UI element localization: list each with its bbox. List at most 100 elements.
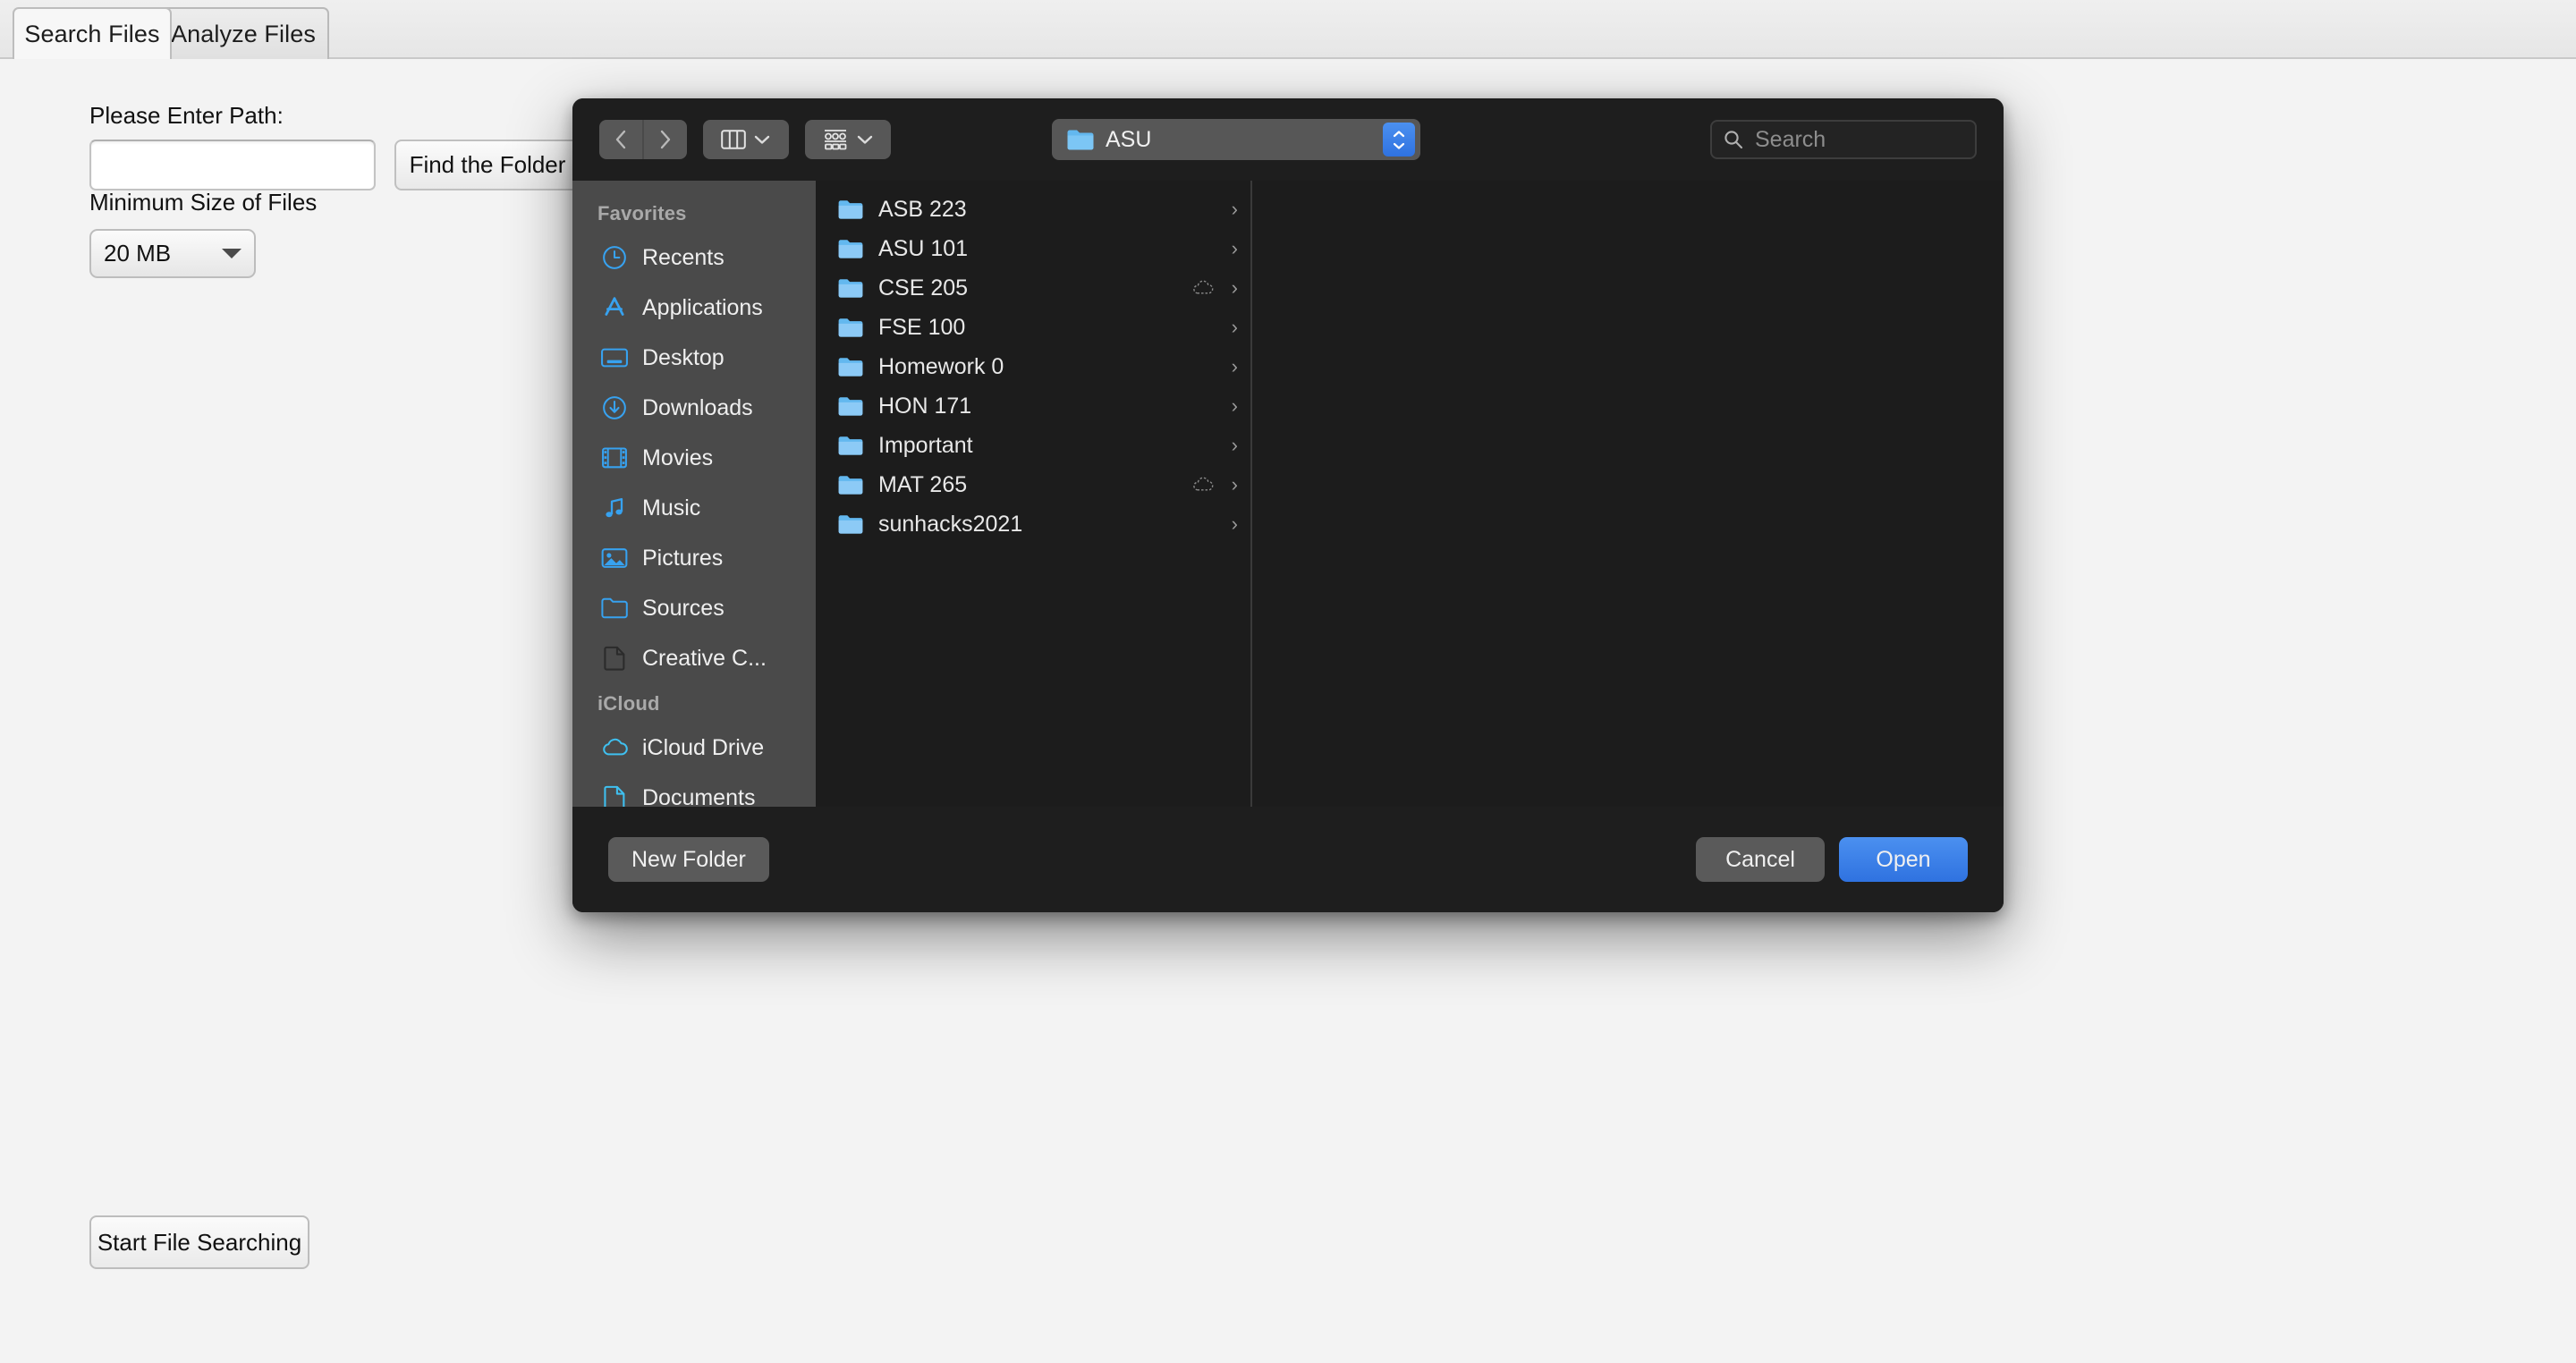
start-file-searching-button[interactable]: Start File Searching: [89, 1215, 309, 1269]
document-icon: [599, 784, 630, 807]
cloud-download-icon[interactable]: [1191, 279, 1215, 297]
file-name: FSE 100: [878, 314, 966, 340]
sidebar-item-creative-c[interactable]: Creative C...: [580, 633, 809, 683]
sidebar-item-pictures[interactable]: Pictures: [580, 533, 809, 583]
pictures-icon: [601, 548, 628, 568]
minimum-size-value: 20 MB: [104, 240, 172, 267]
folder-icon: [837, 435, 864, 456]
sidebar-item-recents[interactable]: Recents: [580, 233, 809, 283]
sidebar-item-label: Music: [642, 495, 701, 521]
column-browser: ASB 223 › ASU 101 › CSE 205 › FSE 100 › Hom…: [816, 181, 2004, 807]
current-folder-label: ASU: [1106, 126, 1152, 152]
sidebar-item-documents[interactable]: Documents: [580, 773, 809, 807]
desktop-icon: [599, 344, 630, 371]
path-label: Please Enter Path:: [89, 102, 284, 129]
minimum-size-dropdown[interactable]: 20 MB: [89, 229, 256, 278]
cancel-button[interactable]: Cancel: [1696, 837, 1825, 882]
folder-icon: [838, 436, 863, 455]
back-button[interactable]: [599, 120, 642, 159]
view-mode-button[interactable]: [703, 120, 789, 159]
sidebar-item-label: iCloud Drive: [642, 734, 765, 760]
sidebar-item-label: Creative C...: [642, 645, 767, 671]
open-label: Open: [1876, 846, 1931, 872]
new-folder-button[interactable]: New Folder: [608, 837, 769, 882]
sidebar-item-desktop[interactable]: Desktop: [580, 333, 809, 383]
find-the-folder-button[interactable]: Find the Folder: [394, 140, 580, 190]
chevron-right-icon: ›: [1231, 473, 1238, 495]
tab-search-files[interactable]: Search Files: [13, 7, 172, 59]
file-row[interactable]: CSE 205 ›: [816, 268, 1250, 308]
file-name: CSE 205: [878, 275, 969, 301]
sidebar-item-label: Downloads: [642, 394, 753, 420]
movies-icon: [602, 447, 627, 469]
sidebar-item-label: Pictures: [642, 545, 724, 571]
column-view-icon: [721, 130, 746, 149]
folder-icon: [837, 356, 864, 377]
chevron-up-icon: [1393, 130, 1405, 137]
path-stepper[interactable]: [1383, 123, 1415, 157]
folder-icon: [837, 277, 864, 299]
folder-icon: [837, 513, 864, 535]
chevron-right-icon: ›: [1231, 316, 1238, 338]
sidebar-item-movies[interactable]: Movies: [580, 433, 809, 483]
folder-icon: [838, 279, 863, 298]
search-input[interactable]: Search: [1710, 120, 1977, 159]
file-row[interactable]: ASU 101 ›: [816, 229, 1250, 268]
downloads-icon: [599, 394, 630, 421]
sidebar-section-header: Favorites: [597, 202, 687, 224]
tab-label: Analyze Files: [171, 20, 316, 47]
sidebar-item-label: Movies: [642, 444, 714, 470]
document-icon: [604, 785, 625, 807]
dialog-footer: New Folder Cancel Open: [572, 807, 2004, 912]
chevron-right-icon: [660, 130, 671, 149]
file-row[interactable]: sunhacks2021 ›: [816, 504, 1250, 544]
movies-icon: [599, 444, 630, 471]
tab-analyze-files[interactable]: Analyze Files: [157, 7, 329, 59]
clock-icon: [603, 246, 626, 269]
chevron-down-icon: [222, 249, 242, 258]
path-input[interactable]: [89, 140, 376, 190]
group-by-button[interactable]: [805, 120, 891, 159]
chevron-down-icon: [1393, 142, 1405, 149]
cloud-icon: [599, 734, 630, 761]
file-name: sunhacks2021: [878, 511, 1023, 537]
sidebar-section-header: iCloud: [597, 692, 660, 715]
folder-icon: [838, 358, 863, 377]
chevron-right-icon: ›: [1231, 198, 1238, 220]
applications-icon: [605, 297, 624, 316]
sidebar-item-sources[interactable]: Sources: [580, 583, 809, 633]
file-name: ASU 101: [878, 235, 969, 261]
new-folder-label: New Folder: [631, 846, 746, 872]
file-name: ASB 223: [878, 196, 967, 222]
folder-icon: [838, 476, 863, 495]
chevron-down-icon: [857, 135, 873, 144]
folder-icon: [838, 515, 863, 534]
folder-icon: [837, 238, 864, 259]
chevron-right-icon: ›: [1231, 237, 1238, 259]
applications-icon: [599, 294, 630, 321]
open-button[interactable]: Open: [1839, 837, 1968, 882]
folder-icon: [838, 240, 863, 258]
sidebar-item-label: Applications: [642, 294, 763, 320]
file-list-column[interactable]: ASB 223 › ASU 101 › CSE 205 › FSE 100 › Hom…: [816, 181, 1252, 807]
file-row[interactable]: FSE 100 ›: [816, 308, 1250, 347]
find-folder-label: Find the Folder: [409, 151, 566, 178]
chevron-right-icon: ›: [1231, 355, 1238, 377]
sidebar-item-label: Documents: [642, 784, 756, 808]
folder-icon: [838, 318, 863, 337]
sidebar-item-music[interactable]: Music: [580, 483, 809, 533]
file-row[interactable]: MAT 265 ›: [816, 465, 1250, 504]
sidebar-item-icloud-drive[interactable]: iCloud Drive: [580, 723, 809, 773]
current-folder-popup[interactable]: ASU: [1052, 119, 1420, 160]
sidebar-item-applications[interactable]: Applications: [580, 283, 809, 333]
tab-label: Search Files: [24, 20, 160, 47]
cloud-icon: [1193, 280, 1214, 294]
file-row[interactable]: HON 171 ›: [816, 386, 1250, 426]
file-row[interactable]: Important ›: [816, 426, 1250, 465]
forward-button[interactable]: [644, 120, 687, 159]
group-view-icon: [825, 130, 847, 150]
sidebar-item-downloads[interactable]: Downloads: [580, 383, 809, 433]
file-row[interactable]: ASB 223 ›: [816, 190, 1250, 229]
file-row[interactable]: Homework 0 ›: [816, 347, 1250, 386]
cloud-download-icon[interactable]: [1191, 476, 1215, 494]
